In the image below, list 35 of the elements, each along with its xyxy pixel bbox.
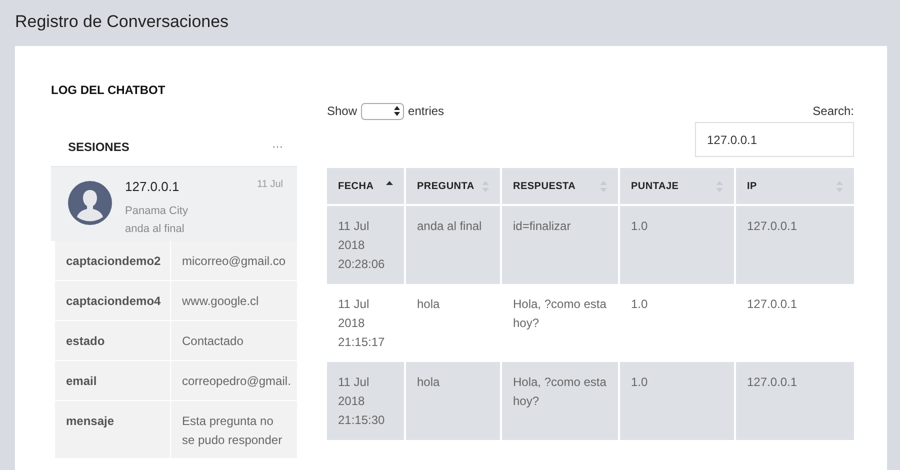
entries-select[interactable] bbox=[361, 102, 404, 120]
column-header[interactable]: FECHA bbox=[327, 168, 406, 204]
session-message: anda al final bbox=[125, 222, 186, 237]
card-title: LOG DEL CHATBOT bbox=[51, 82, 166, 99]
entries-label: entries bbox=[408, 103, 444, 120]
column-header[interactable]: PUNTAJE bbox=[620, 168, 736, 204]
page-title: Registro de Conversaciones bbox=[14, 11, 230, 33]
column-header[interactable]: RESPUESTA bbox=[502, 168, 620, 204]
avatar-icon bbox=[68, 181, 112, 225]
table-cell-text: 127.0.0.1 bbox=[746, 296, 798, 313]
updown-icon bbox=[394, 106, 400, 116]
sessions-title: SESIONES bbox=[68, 139, 130, 156]
attribute-key: captaciondemo4 bbox=[55, 281, 171, 320]
show-label: Show bbox=[327, 103, 358, 120]
column-header[interactable]: PREGUNTA bbox=[406, 168, 502, 204]
table-cell-text: 127.0.0.1 bbox=[746, 374, 798, 391]
sort-ascending-icon bbox=[386, 181, 393, 185]
table-cell-text: 127.0.0.1 bbox=[746, 218, 798, 235]
attribute-key: email bbox=[55, 361, 171, 400]
column-header[interactable]: IP bbox=[736, 168, 854, 204]
more-button[interactable]: ··· bbox=[272, 138, 283, 156]
attribute-value: Esta pregunta no se pudo responder bbox=[181, 413, 284, 449]
attribute-key: estado bbox=[55, 321, 171, 360]
session-ip: 127.0.0.1 bbox=[125, 178, 180, 196]
attribute-value: correopedro@gmail. bbox=[181, 373, 292, 390]
attribute-value: Contactado bbox=[181, 333, 244, 350]
attribute-value: micorreo@gmail.co bbox=[181, 253, 287, 270]
attribute-value: www.google.cl bbox=[181, 293, 260, 310]
search-field[interactable]: 127.0.0.1 bbox=[695, 122, 854, 157]
session-city: Panama City bbox=[125, 204, 189, 218]
session-date: 11 Jul bbox=[257, 178, 283, 192]
session-item[interactable]: 127.0.0.1 11 Jul Panama City anda al final bbox=[51, 166, 297, 241]
search-label: Search: bbox=[812, 103, 854, 120]
attribute-key: mensaje bbox=[55, 401, 171, 458]
attribute-key: captaciondemo2 bbox=[55, 241, 171, 280]
